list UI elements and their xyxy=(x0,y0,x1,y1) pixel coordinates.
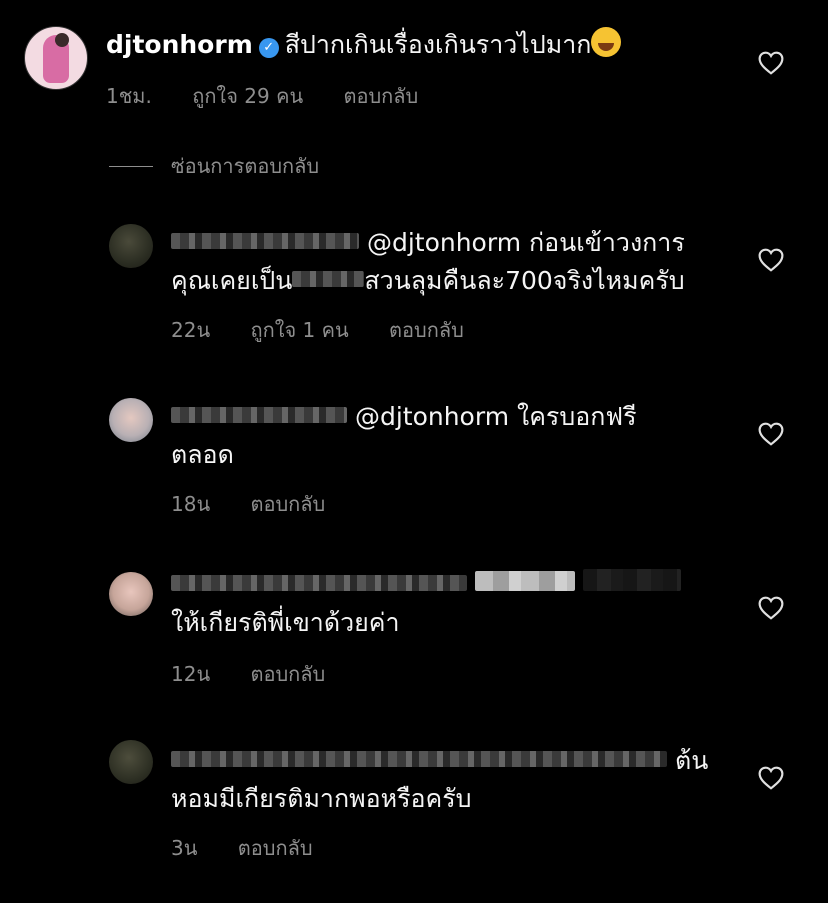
reply-button[interactable]: ตอบกลับ xyxy=(250,492,325,516)
hide-replies-toggle[interactable]: ซ่อนการตอบกลับ xyxy=(109,150,319,182)
timestamp: 22น xyxy=(171,318,211,342)
heart-icon[interactable] xyxy=(758,422,784,446)
reply-button[interactable]: ตอบกลับ xyxy=(238,836,313,860)
main-comment-meta: 1ชม. ถูกใจ 29 คน ตอบกลับ xyxy=(106,80,452,112)
reply-meta: 12น ตอบกลับ xyxy=(171,658,359,690)
reply-meta: 3น ตอบกลับ xyxy=(171,832,347,864)
reply-meta: 18น ตอบกลับ xyxy=(171,488,359,520)
reply-meta: 22น ถูกใจ 1 คน ตอบกลับ xyxy=(171,314,498,346)
blurred-text xyxy=(582,569,681,591)
mention-link[interactable]: @djtonhorm xyxy=(355,402,509,431)
reply-text: ต้น หอมมีเกียรติมากพอหรือครับ xyxy=(171,742,708,818)
blurred-word xyxy=(292,271,365,287)
laughing-emoji-icon xyxy=(591,27,622,57)
avatar[interactable] xyxy=(109,398,153,442)
divider-line xyxy=(109,165,153,167)
reply-text-line2a: คุณเคยเป็น xyxy=(171,266,293,295)
reply-button[interactable]: ตอบกลับ xyxy=(389,318,464,342)
heart-icon[interactable] xyxy=(758,248,784,272)
comment-body: สีปากเกินเรื่องเกินราวไปมาก xyxy=(284,30,592,59)
avatar-head xyxy=(55,33,69,47)
blurred-username[interactable] xyxy=(171,575,467,591)
hide-replies-label: ซ่อนการตอบกลับ xyxy=(171,154,320,178)
reply-text-line2: ตลอด xyxy=(171,440,234,469)
reply-button[interactable]: ตอบกลับ xyxy=(343,84,418,108)
reply-button[interactable]: ตอบกลับ xyxy=(250,662,325,686)
timestamp: 18น xyxy=(171,492,211,516)
likes-count[interactable]: ถูกใจ 29 คน xyxy=(192,84,303,108)
blurred-username[interactable] xyxy=(171,751,667,767)
reply-text-line2: ให้เกียรติพี่เขาด้วยค่า xyxy=(171,608,400,637)
username[interactable]: djtonhorm xyxy=(106,30,253,59)
likes-count[interactable]: ถูกใจ 1 คน xyxy=(250,318,348,342)
reply-text-line1: ใครบอกฟรี xyxy=(517,402,637,431)
reply-text: ให้เกียรติพี่เขาด้วยค่า xyxy=(171,566,681,642)
reply-text-line2: หอมมีเกียรติมากพอหรือครับ xyxy=(171,784,472,813)
reply-text-line2b: สวนลุมคืนละ700จริงไหมครับ xyxy=(364,266,685,295)
avatar[interactable] xyxy=(109,224,153,268)
heart-icon[interactable] xyxy=(758,766,784,790)
avatar[interactable] xyxy=(109,740,153,784)
reply-text-line1: ต้น xyxy=(674,746,709,775)
reply-text: @djtonhorm ใครบอกฟรี ตลอด xyxy=(171,398,637,474)
blurred-username[interactable] xyxy=(171,407,347,423)
blurred-username[interactable] xyxy=(171,233,359,249)
verified-badge-icon: ✓ xyxy=(258,38,279,58)
avatar[interactable] xyxy=(24,26,88,90)
reply-text-line1: ก่อนเข้าวงการ xyxy=(529,228,685,257)
timestamp: 1ชม. xyxy=(106,84,152,108)
timestamp: 3น xyxy=(171,836,198,860)
heart-icon[interactable] xyxy=(758,596,784,620)
mention-link[interactable]: @djtonhorm xyxy=(367,228,521,257)
reply-text: @djtonhorm ก่อนเข้าวงการ คุณเคยเป็น สวนลุ… xyxy=(171,224,685,300)
timestamp: 12น xyxy=(171,662,211,686)
blurred-mention xyxy=(474,571,575,591)
avatar[interactable] xyxy=(109,572,153,616)
heart-icon[interactable] xyxy=(758,51,784,75)
main-comment-text: djtonhorm ✓ สีปากเกินเรื่องเกินราวไปมาก xyxy=(106,26,622,64)
